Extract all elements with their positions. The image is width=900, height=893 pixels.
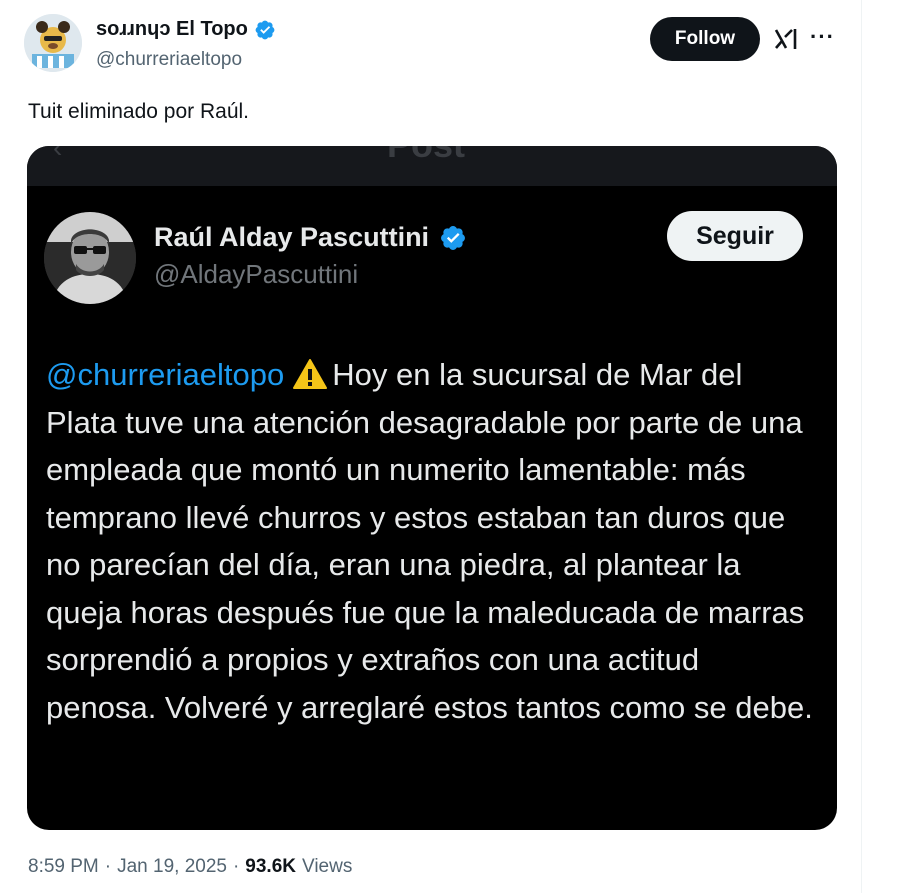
embedded-author-avatar <box>44 212 136 304</box>
verified-badge-icon <box>255 20 275 39</box>
person-avatar-icon <box>44 212 136 304</box>
meta-separator: · <box>232 856 240 877</box>
author-name-row: soɹɹnɥɔ El Topo <box>96 18 276 41</box>
warning-icon <box>293 359 328 389</box>
tweet-card: soɹɹnɥɔ El Topo @churreriaeltopo Follow … <box>0 0 862 893</box>
mascot-avatar-icon <box>24 14 82 72</box>
embedded-name-row: Raúl Alday Pascuttini <box>154 222 467 253</box>
verified-badge-icon <box>441 225 466 250</box>
views-count: 93.6K <box>245 856 296 877</box>
embedded-handle: @AldayPascuttini <box>154 259 359 289</box>
x-grok-icon[interactable] <box>773 26 799 52</box>
embedded-body-text: Hoy en la sucursal de Mar del Plata tuve… <box>46 357 813 725</box>
author-display-name[interactable]: soɹɹnɥɔ El Topo <box>96 18 248 41</box>
embedded-post-body: @churreriaeltopo Hoy en la sucursal de Ma… <box>46 351 816 731</box>
embedded-display-name: Raúl Alday Pascuttini <box>154 222 430 252</box>
embedded-screenshot[interactable]: ‹ Post Raúl Alday Pascuttini @ <box>27 146 837 830</box>
tweet-meta: 8:59 PM · Jan 19, 2025 · 93.6K Views <box>28 856 352 878</box>
follow-button[interactable]: Follow <box>650 17 760 61</box>
embedded-topbar-title: Post <box>387 146 465 166</box>
embedded-follow-button: Seguir <box>667 211 803 261</box>
meta-separator: · <box>104 856 112 877</box>
views-label: Views <box>302 856 353 877</box>
tweet-date[interactable]: Jan 19, 2025 <box>117 856 227 878</box>
embedded-topbar: ‹ Post <box>27 146 837 186</box>
back-arrow-icon: ‹ <box>53 146 63 163</box>
tweet-text: Tuit eliminado por Raúl. <box>28 100 249 123</box>
more-options-icon[interactable]: ··· <box>810 24 835 50</box>
author-avatar[interactable] <box>24 14 82 72</box>
author-handle[interactable]: @churreriaeltopo <box>96 49 242 71</box>
embedded-mention: @churreriaeltopo <box>46 357 285 392</box>
tweet-time[interactable]: 8:59 PM <box>28 856 99 878</box>
